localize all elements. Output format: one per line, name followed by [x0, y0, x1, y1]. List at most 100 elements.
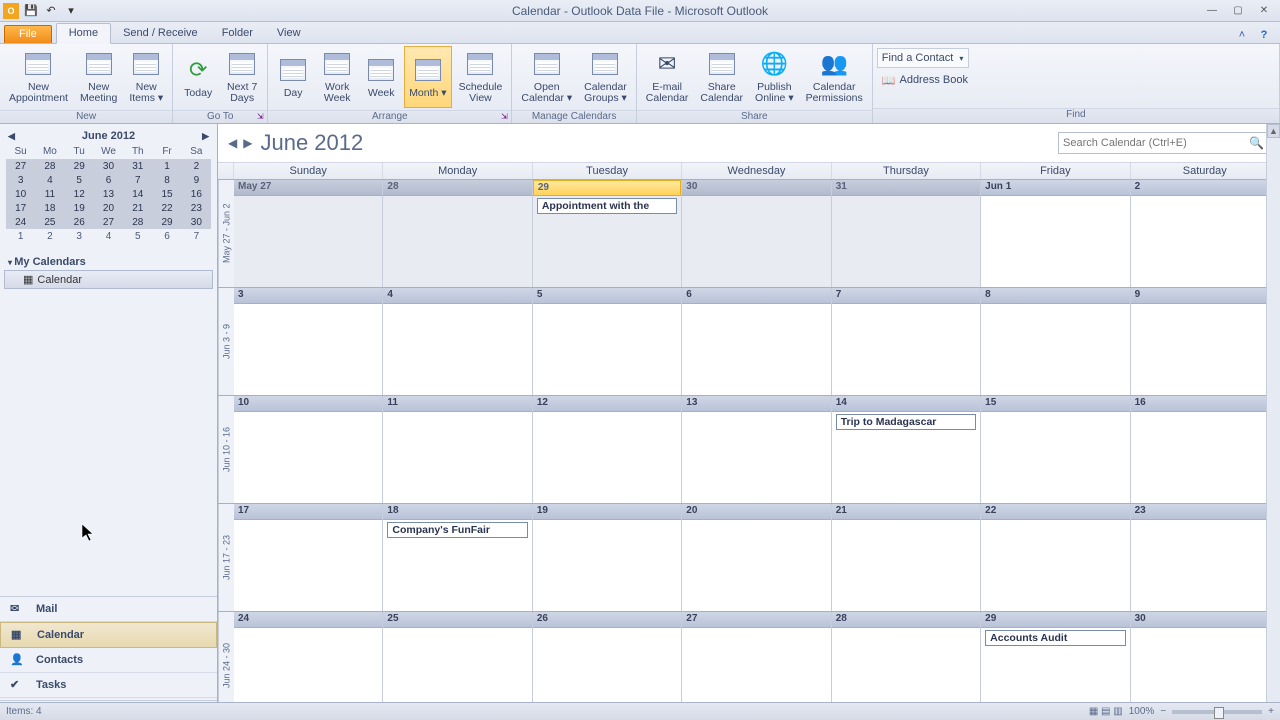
day-number: 3	[234, 288, 382, 304]
undo-icon[interactable]: ↶	[42, 3, 60, 19]
schedule-view-button[interactable]: Schedule View	[454, 46, 508, 108]
ribbon-minimize-icon[interactable]: ˄	[1234, 27, 1250, 43]
arrange-launcher-icon[interactable]: ⇲	[499, 112, 509, 122]
my-calendars-header[interactable]: My Calendars	[4, 254, 213, 270]
email-calendar-button[interactable]: ✉E-mail Calendar	[641, 46, 694, 108]
tab-home[interactable]: Home	[56, 23, 111, 44]
week-label[interactable]: Jun 3 - 9	[218, 288, 234, 395]
day-number: 25	[383, 612, 531, 628]
zoom-level: 100%	[1129, 706, 1155, 717]
search-icon[interactable]: 🔍	[1249, 136, 1265, 150]
share-calendar-button[interactable]: Share Calendar	[695, 46, 748, 108]
goto-launcher-icon[interactable]: ⇲	[255, 112, 265, 122]
tab-view[interactable]: View	[265, 24, 313, 43]
day-cell[interactable]: May 27	[234, 180, 383, 287]
day-cell[interactable]: 5	[533, 288, 682, 395]
nav-mail[interactable]: ✉Mail	[0, 597, 217, 622]
day-cell[interactable]: 16	[1131, 396, 1280, 503]
calendar-permissions-button[interactable]: 👥Calendar Permissions	[801, 46, 868, 108]
day-cell[interactable]: 11	[383, 396, 532, 503]
new-items-button[interactable]: New Items ▾	[124, 46, 168, 108]
maximize-button[interactable]: ▢	[1226, 3, 1250, 19]
day-cell[interactable]: 15	[981, 396, 1130, 503]
day-cell[interactable]: 18Company's FunFair	[383, 504, 532, 611]
today-button[interactable]: ⟳Today	[177, 46, 219, 108]
day-cell[interactable]: 13	[682, 396, 831, 503]
day-view-button[interactable]: Day	[272, 46, 314, 108]
week-label[interactable]: Jun 10 - 16	[218, 396, 234, 503]
tab-folder[interactable]: Folder	[210, 24, 265, 43]
view-buttons-icon[interactable]: ▦ ▤ ▥	[1089, 706, 1123, 717]
week-label[interactable]: Jun 17 - 23	[218, 504, 234, 611]
day-cell[interactable]: 22	[981, 504, 1130, 611]
minical-prev-icon[interactable]: ◀	[8, 131, 15, 142]
zoom-out-icon[interactable]: −	[1160, 706, 1166, 717]
nav-contacts[interactable]: 👤Contacts	[0, 648, 217, 673]
appointment-item[interactable]: Accounts Audit	[985, 630, 1125, 646]
minimize-button[interactable]: —	[1200, 3, 1224, 19]
day-cell[interactable]: 4	[383, 288, 532, 395]
calendar-tree-item[interactable]: ▦ Calendar	[4, 270, 213, 289]
day-cell[interactable]: 3	[234, 288, 383, 395]
day-number: 13	[682, 396, 830, 412]
day-cell[interactable]: 21	[832, 504, 981, 611]
appointment-item[interactable]: Company's FunFair	[387, 522, 527, 538]
appointment-item[interactable]: Appointment with the	[537, 198, 677, 214]
month-view-button[interactable]: Month ▾	[404, 46, 451, 108]
zoom-in-icon[interactable]: +	[1268, 706, 1274, 717]
open-calendar-button[interactable]: Open Calendar ▾	[516, 46, 577, 108]
group-goto: ⟳Today Next 7 Days Go To⇲	[173, 44, 268, 123]
day-cell[interactable]: 19	[533, 504, 682, 611]
day-number: 27	[682, 612, 830, 628]
address-book-button[interactable]: 📖Address Book	[877, 70, 969, 90]
appointment-item[interactable]: Trip to Madagascar	[836, 414, 976, 430]
day-cell[interactable]: 14Trip to Madagascar	[832, 396, 981, 503]
new-appointment-button[interactable]: New Appointment	[4, 46, 73, 108]
week-view-button[interactable]: Week	[360, 46, 402, 108]
day-cell[interactable]: 28	[383, 180, 532, 287]
nav-calendar[interactable]: ▦Calendar	[0, 622, 217, 648]
week-label[interactable]: May 27 - Jun 2	[218, 180, 234, 287]
calendar-small-icon: ▦	[23, 273, 33, 286]
save-icon[interactable]: 💾	[22, 3, 40, 19]
qat-more-icon[interactable]: ▾	[62, 3, 80, 19]
tab-file[interactable]: File	[4, 25, 52, 43]
tab-send-receive[interactable]: Send / Receive	[111, 24, 210, 43]
scroll-up-icon[interactable]: ▲	[1267, 124, 1280, 138]
day-cell[interactable]: 31	[832, 180, 981, 287]
day-number: 11	[383, 396, 531, 412]
mini-calendar[interactable]: ◀ June 2012 ▶ SuMoTuWeThFrSa 27282930311…	[0, 124, 217, 242]
new-meeting-button[interactable]: New Meeting	[75, 46, 122, 108]
day-cell[interactable]: 2	[1131, 180, 1280, 287]
day-cell[interactable]: 9	[1131, 288, 1280, 395]
day-cell[interactable]: 8	[981, 288, 1130, 395]
search-box[interactable]: 🔍	[1058, 132, 1270, 154]
day-cell[interactable]: 17	[234, 504, 383, 611]
zoom-slider[interactable]	[1172, 710, 1262, 714]
day-cell[interactable]: 12	[533, 396, 682, 503]
next-month-icon[interactable]: ▶	[243, 136, 252, 150]
vertical-scrollbar[interactable]: ▲ ▼	[1266, 124, 1280, 720]
day-cell[interactable]: 6	[682, 288, 831, 395]
prev-month-icon[interactable]: ◀	[228, 136, 237, 150]
find-contact-input[interactable]: Find a Contact	[877, 48, 969, 68]
day-cell[interactable]: 7	[832, 288, 981, 395]
nav-tasks[interactable]: ✔Tasks	[0, 673, 217, 698]
search-input[interactable]	[1063, 137, 1249, 149]
close-button[interactable]: ✕	[1252, 3, 1276, 19]
day-cell[interactable]: 30	[682, 180, 831, 287]
minical-title: June 2012	[82, 130, 135, 142]
day-number: May 27	[234, 180, 382, 196]
day-cell[interactable]: Jun 1	[981, 180, 1130, 287]
day-cell[interactable]: 20	[682, 504, 831, 611]
publish-online-button[interactable]: 🌐Publish Online ▾	[750, 46, 799, 108]
help-icon[interactable]: ?	[1256, 27, 1272, 43]
workweek-view-button[interactable]: Work Week	[316, 46, 358, 108]
minical-next-icon[interactable]: ▶	[202, 131, 209, 142]
day-cell[interactable]: 10	[234, 396, 383, 503]
status-bar: Items: 4 ▦ ▤ ▥ 100% − +	[0, 702, 1280, 720]
day-cell[interactable]: 29Appointment with the	[533, 180, 682, 287]
next7days-button[interactable]: Next 7 Days	[221, 46, 263, 108]
calendar-groups-button[interactable]: Calendar Groups ▾	[579, 46, 632, 108]
day-cell[interactable]: 23	[1131, 504, 1280, 611]
